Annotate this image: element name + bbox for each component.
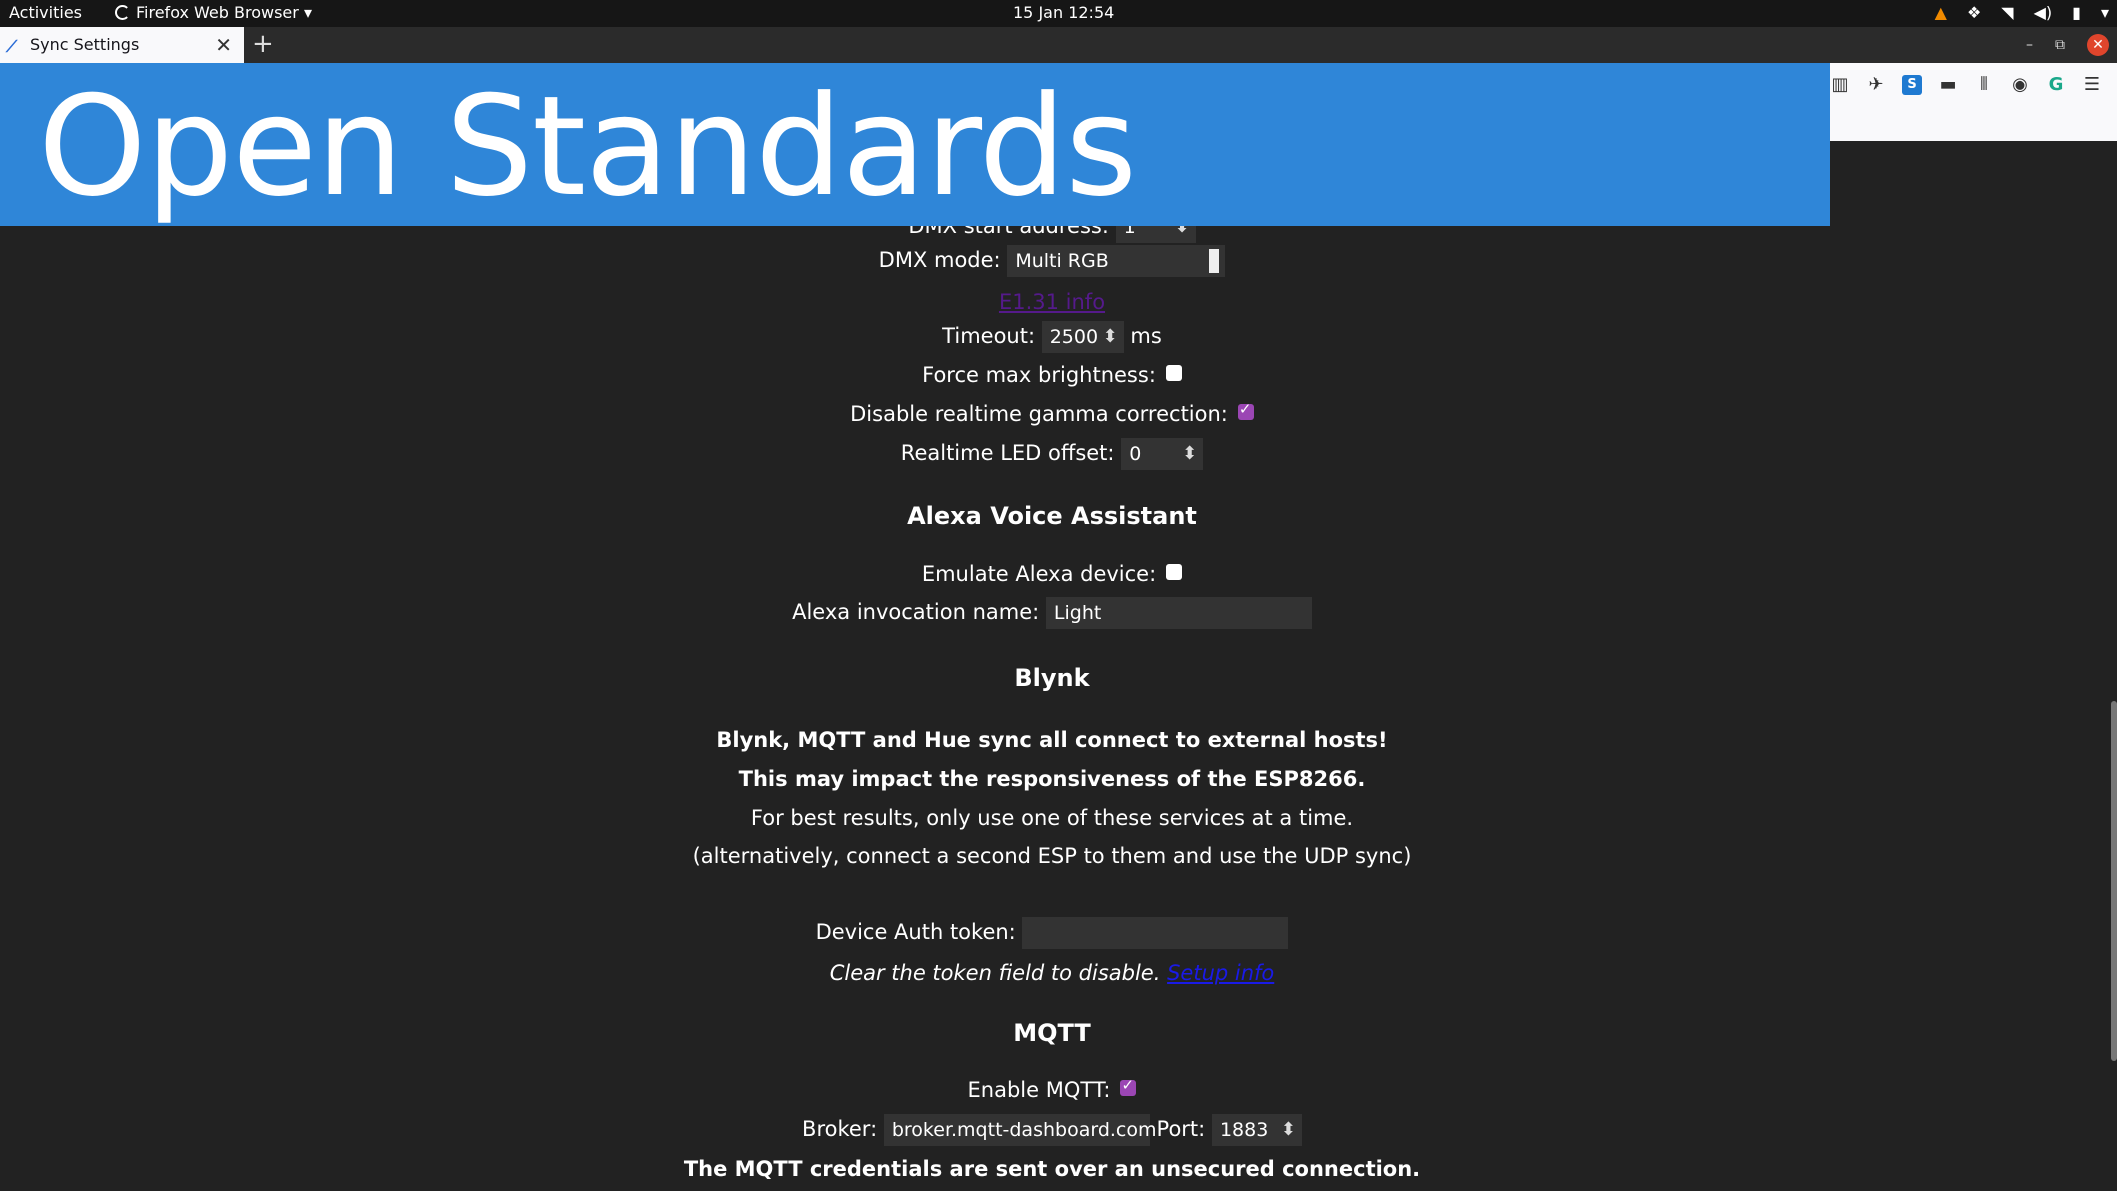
activities-button[interactable]: Activities [9,3,82,22]
menu-icon[interactable]: ☰ [2082,75,2102,95]
alexa-name-input[interactable]: Light [1045,597,1312,629]
emulate-alexa-row: Emulate Alexa device: [0,562,2104,586]
blynk-heading: Blynk [1014,664,1090,692]
library-icon[interactable]: ⦀ [1974,75,1994,95]
clear-token-row: Clear the token field to disable. Setup … [0,961,2104,985]
dropbox-icon[interactable]: ❖ [1967,3,1981,22]
broker-input[interactable]: broker.mqtt-dashboard.com [883,1114,1157,1146]
port-input[interactable]: 1883 [1211,1114,1302,1146]
led-offset-input[interactable]: 0 [1121,438,1204,470]
wifi-icon[interactable]: ◥ [2001,3,2013,22]
toolbar-icons: ▥ ✈ S ▬ ⦀ ◉ G ☰ [1830,75,2102,95]
clock[interactable]: 15 Jan 12:54 [1013,3,1114,22]
window-controls: – ⧉ ✕ [2026,34,2109,56]
title-banner: Open Standards [0,63,1830,226]
account-icon[interactable]: ◉ [2010,75,2030,95]
timeout-unit: ms [1130,324,1162,348]
force-max-label: Force max brightness: [922,363,1156,387]
e131-row: E1.31 info [0,290,2104,314]
dmx-mode-label: DMX mode: [878,248,1001,272]
page-scrollbar[interactable] [2111,701,2117,1061]
vlc-icon[interactable]: ▲ [1935,3,1947,22]
system-menu-chevron-icon[interactable]: ▾ [2101,3,2109,22]
system-tray[interactable]: ▲ ❖ ◥ ◀) ▮ ▾ [1935,3,2109,22]
emulate-alexa-label: Emulate Alexa device: [921,562,1157,586]
alexa-name-row: Alexa invocation name: Light [0,597,2104,629]
enable-mqtt-label: Enable MQTT: [967,1078,1111,1102]
port-label: Port: [1156,1117,1206,1141]
tab-title: Sync Settings [30,35,140,54]
broker-label: Broker: [802,1117,878,1141]
extension-icon[interactable]: ✈ [1866,75,1886,95]
force-max-checkbox[interactable] [1165,365,1182,381]
note-line-2: (alternatively, connect a second ESP to … [692,844,1412,868]
settings-page: DMX start address: 1 DMX mode: Multi RGB… [0,141,2117,1191]
new-tab-button[interactable]: + [252,29,274,59]
emulate-alexa-checkbox[interactable] [1166,564,1183,580]
gamma-checkbox[interactable] [1237,400,1254,420]
minimize-icon[interactable]: – [2026,37,2033,53]
tab-sync-settings[interactable]: ⟋ Sync Settings ✕ [0,27,244,63]
volume-icon[interactable]: ◀) [2034,3,2053,22]
auth-token-label: Device Auth token: [815,920,1016,944]
note-line-1: For best results, only use one of these … [750,806,1354,830]
wled-favicon-icon: ⟋ [6,37,18,56]
force-max-row: Force max brightness: [0,363,2104,387]
gamma-row: Disable realtime gamma correction: [0,400,2104,426]
led-offset-row: Realtime LED offset: 0 [0,438,2104,470]
clear-token-text: Clear the token field to disable. [829,961,1161,985]
alexa-name-label: Alexa invocation name: [792,600,1040,624]
dmx-mode-select[interactable]: Multi RGB [1007,245,1226,277]
mqtt-heading: MQTT [1013,1019,1091,1047]
led-offset-label: Realtime LED offset: [900,441,1115,465]
screen-icon[interactable]: ▬ [1938,75,1958,95]
sidebar-icon[interactable]: ▥ [1830,75,1850,95]
app-menu[interactable]: Firefox Web Browser ▾ [115,3,312,22]
e131-info-link[interactable]: E1.31 info [999,290,1105,314]
window-close-icon[interactable]: ✕ [2087,34,2109,56]
battery-icon[interactable]: ▮ [2072,3,2081,22]
system-top-bar: Activities Firefox Web Browser ▾ 15 Jan … [0,0,2117,27]
chevron-down-icon: ▾ [303,3,312,22]
warning-line-2: This may impact the responsiveness of th… [738,767,1366,791]
firefox-icon [115,5,130,20]
enable-mqtt-checkbox[interactable] [1120,1076,1137,1096]
setup-info-link[interactable]: Setup info [1167,961,1274,985]
dmx-mode-row: DMX mode: Multi RGB [0,245,2104,277]
skype-icon[interactable]: S [1902,75,1922,95]
restore-icon[interactable]: ⧉ [2055,37,2065,53]
timeout-label: Timeout: [942,324,1036,348]
timeout-input[interactable]: 2500 [1041,321,1124,353]
app-menu-label: Firefox Web Browser [136,3,299,22]
alexa-heading: Alexa Voice Assistant [907,502,1197,530]
auth-token-input[interactable] [1022,917,1289,949]
warning-line-1: Blynk, MQTT and Hue sync all connect to … [716,728,1388,752]
enable-mqtt-row: Enable MQTT: [0,1076,2104,1102]
timeout-row: Timeout: 2500 ms [0,321,2104,353]
banner-title: Open Standards [38,66,1137,227]
auth-token-row: Device Auth token: [0,917,2104,949]
mqtt-warning: The MQTT credentials are sent over an un… [683,1157,1421,1181]
gamma-label: Disable realtime gamma correction: [850,402,1228,426]
grammarly-icon[interactable]: G [2046,75,2066,95]
broker-row: Broker: broker.mqtt-dashboard.com Port: … [0,1114,2104,1146]
tab-strip: ⟋ Sync Settings ✕ + – ⧉ ✕ [0,27,2117,63]
close-tab-icon[interactable]: ✕ [215,33,232,57]
